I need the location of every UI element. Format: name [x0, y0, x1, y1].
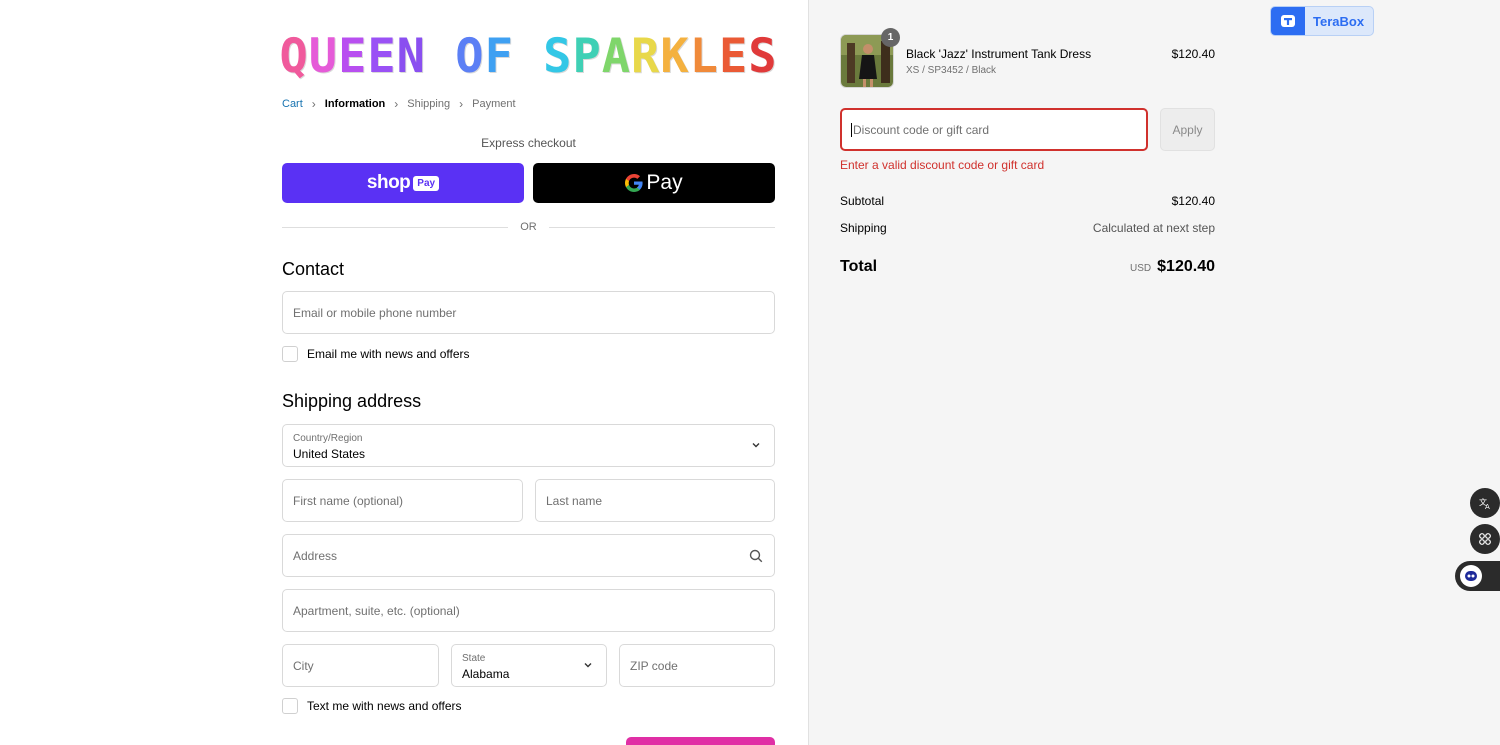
- email-news-label: Email me with news and offers: [307, 347, 470, 361]
- subtotal-row: Subtotal $120.40: [840, 194, 1215, 208]
- email-placeholder: Email or mobile phone number: [293, 305, 457, 320]
- text-caret: [851, 122, 852, 137]
- terabox-label: TeraBox: [1313, 13, 1365, 29]
- translate-icon[interactable]: 文A: [1470, 488, 1500, 518]
- state-select[interactable]: State Alabama: [451, 644, 607, 687]
- address-placeholder: Address: [293, 548, 338, 563]
- bot-icon: [1460, 565, 1482, 587]
- or-label: OR: [520, 221, 537, 233]
- logo-letter: Q: [279, 28, 309, 84]
- logo-letter: E: [367, 28, 397, 84]
- first-name-placeholder: First name (optional): [293, 493, 404, 508]
- logo-letter: F: [484, 28, 514, 84]
- state-value: Alabama: [462, 667, 510, 681]
- breadcrumb-shipping: Shipping: [407, 98, 451, 110]
- terabox-icon: [1271, 7, 1305, 35]
- total-amount-group: USD $120.40: [1130, 258, 1215, 276]
- shipping-value: Calculated at next step: [1092, 221, 1215, 235]
- apply-discount-button[interactable]: Apply: [1160, 108, 1215, 151]
- logo-letter: O: [455, 28, 485, 84]
- logo-letter: S: [543, 28, 573, 84]
- state-label: State: [462, 653, 486, 664]
- city-field[interactable]: City: [282, 644, 439, 687]
- assistant-bot-button[interactable]: [1455, 561, 1500, 591]
- discount-placeholder: Discount code or gift card: [853, 122, 990, 137]
- total-label: Total: [840, 258, 878, 275]
- breadcrumb-cart[interactable]: Cart: [282, 98, 303, 110]
- shop-pay-wordmark: shop: [366, 172, 411, 193]
- product-price: $120.40: [1171, 47, 1215, 61]
- subtotal-label: Subtotal: [840, 194, 885, 208]
- country-label: Country/Region: [293, 433, 363, 444]
- text-news-checkbox-row[interactable]: Text me with news and offers: [282, 698, 462, 714]
- country-select[interactable]: Country/Region United States: [282, 424, 775, 467]
- first-name-field[interactable]: First name (optional): [282, 479, 523, 522]
- logo-letter: L: [689, 28, 719, 84]
- quantity-badge: 1: [881, 28, 900, 47]
- text-news-checkbox[interactable]: [282, 698, 298, 714]
- google-pay-button[interactable]: Pay: [533, 163, 775, 203]
- shipping-address-heading: Shipping address: [282, 391, 422, 411]
- shop-pay-badge: Pay: [413, 175, 440, 191]
- logo-letter: [514, 29, 543, 84]
- apartment-placeholder: Apartment, suite, etc. (optional): [293, 603, 460, 618]
- store-logo[interactable]: QUEEN OF SPARKLES: [279, 28, 778, 84]
- logo-letter: S: [748, 28, 778, 84]
- google-pay-label: Pay: [646, 171, 683, 194]
- address-field[interactable]: Address: [282, 534, 775, 577]
- zip-placeholder: ZIP code: [630, 658, 678, 673]
- last-name-placeholder: Last name: [546, 493, 603, 508]
- logo-letter: P: [572, 28, 602, 84]
- breadcrumb-payment: Payment: [472, 98, 516, 110]
- svg-text:A: A: [1485, 503, 1490, 510]
- currency-code: USD: [1130, 263, 1152, 274]
- breadcrumb-information: Information: [324, 98, 386, 110]
- logo-letter: U: [308, 28, 339, 84]
- logo-letter: A: [601, 28, 632, 84]
- zip-field[interactable]: ZIP code: [619, 644, 775, 687]
- chevron-right-icon: ›: [394, 97, 399, 111]
- google-g-icon: [625, 174, 644, 192]
- email-field[interactable]: Email or mobile phone number: [282, 291, 775, 334]
- email-news-checkbox-row[interactable]: Email me with news and offers: [282, 346, 470, 362]
- continue-to-shipping-button[interactable]: [626, 737, 775, 745]
- discount-error-message: Enter a valid discount code or gift card: [840, 158, 1045, 172]
- country-value: United States: [293, 447, 366, 461]
- contact-heading: Contact: [282, 259, 345, 279]
- terabox-extension-button[interactable]: TeraBox: [1270, 6, 1374, 36]
- total-row: Total USD $120.40: [840, 258, 1215, 276]
- chevron-down-icon: [752, 443, 760, 448]
- chevron-down-icon: [584, 663, 592, 668]
- subtotal-value: $120.40: [1171, 194, 1215, 208]
- shipping-row: Shipping Calculated at next step: [840, 221, 1215, 235]
- shop-pay-button[interactable]: shop Pay: [282, 163, 524, 203]
- shipping-label: Shipping: [840, 221, 887, 235]
- logo-letter: R: [631, 28, 661, 84]
- breadcrumb: Cart › Information › Shipping › Payment: [282, 97, 516, 111]
- apps-grid-icon[interactable]: [1470, 524, 1500, 554]
- chevron-right-icon: ›: [459, 97, 464, 111]
- express-checkout-label: Express checkout: [481, 136, 576, 150]
- product-variant: XS / SP3452 / Black: [906, 65, 997, 76]
- or-divider: OR: [282, 220, 775, 234]
- email-news-checkbox[interactable]: [282, 346, 298, 362]
- total-value: $120.40: [1157, 258, 1215, 275]
- last-name-field[interactable]: Last name: [535, 479, 775, 522]
- logo-letter: E: [718, 28, 749, 84]
- city-placeholder: City: [293, 658, 314, 673]
- discount-code-input[interactable]: Discount code or gift card: [840, 108, 1148, 151]
- product-name: Black 'Jazz' Instrument Tank Dress: [906, 47, 1092, 61]
- logo-letter: E: [338, 28, 368, 84]
- logo-letter: K: [660, 28, 690, 84]
- chevron-right-icon: ›: [311, 97, 316, 111]
- checkout-main: QUEEN OF SPARKLES Cart › Information › S…: [0, 0, 808, 745]
- search-icon: [749, 549, 763, 563]
- logo-letter: [426, 29, 455, 84]
- apartment-field[interactable]: Apartment, suite, etc. (optional): [282, 589, 775, 632]
- logo-letter: N: [396, 28, 426, 84]
- text-news-label: Text me with news and offers: [307, 699, 462, 713]
